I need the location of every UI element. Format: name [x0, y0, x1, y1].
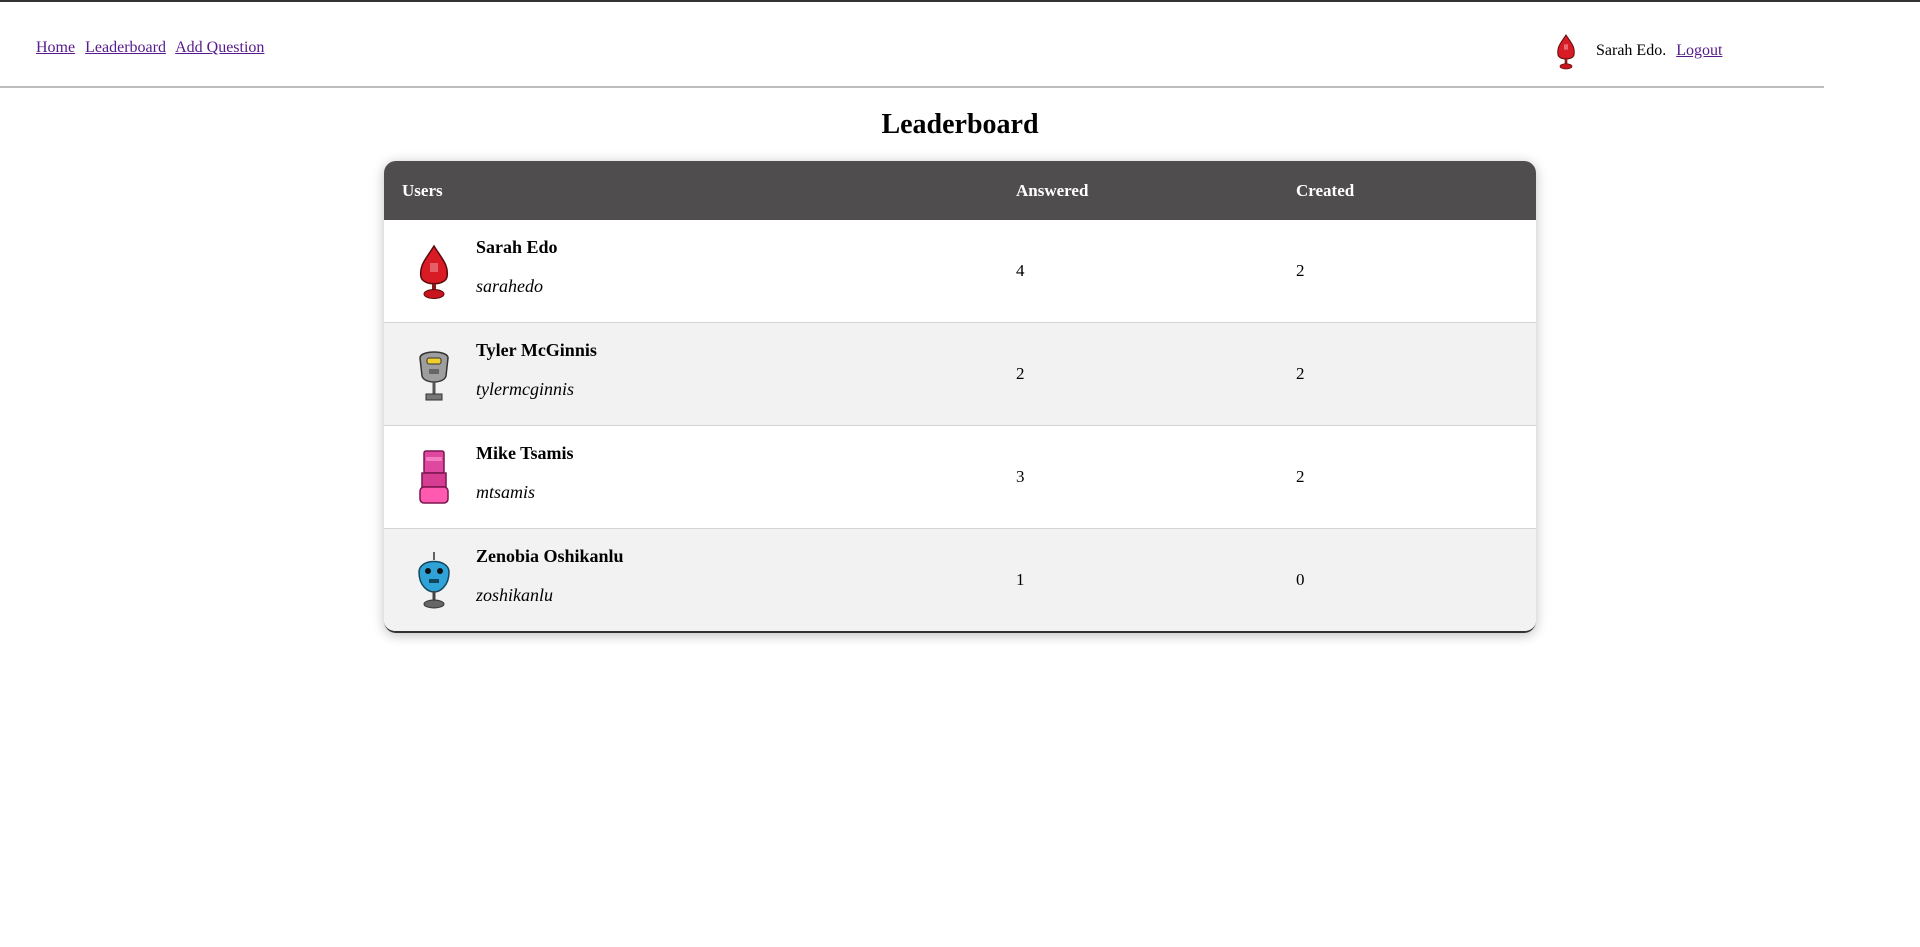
created-count: 0: [1296, 570, 1305, 589]
red-robot-icon: [419, 244, 449, 299]
answered-count: 1: [1016, 570, 1025, 589]
user-cell: Zenobia Oshikanlu zoshikanlu: [384, 546, 1016, 610]
pink-robot-icon: [419, 450, 449, 504]
user-cell: Mike Tsamis mtsamis: [384, 443, 1016, 507]
nav-leaderboard-link[interactable]: Leaderboard: [85, 39, 166, 56]
answered-count: 4: [1016, 261, 1025, 280]
table-header: Users Answered Created: [384, 161, 1536, 220]
created-count: 2: [1296, 261, 1305, 280]
user-name: Zenobia Oshikanlu: [476, 546, 624, 566]
user-area: Sarah Edo. Logout: [1550, 31, 1722, 71]
red-robot-icon: [1557, 34, 1575, 70]
nav-home-link[interactable]: Home: [36, 39, 75, 56]
created-column-header: Created: [1296, 180, 1355, 200]
gray-robot-icon: [419, 351, 449, 401]
user-handle: mtsamis: [476, 482, 536, 502]
answered-column-header: Answered: [1016, 180, 1089, 200]
user-name: Mike Tsamis: [476, 443, 574, 463]
user-handle: sarahedo: [476, 276, 543, 296]
table-row: Zenobia Oshikanlu zoshikanlu 1 0: [384, 529, 1536, 631]
leaderboard-table: Users Answered Created Sarah Edo sarahed…: [384, 161, 1536, 633]
user-cell: Sarah Edo sarahedo: [384, 237, 1016, 301]
created-count: 2: [1296, 364, 1305, 383]
navbar: Home Leaderboard Add Question Sarah Edo.…: [0, 2, 1824, 88]
nav-add-question-link[interactable]: Add Question: [175, 39, 264, 56]
created-count: 2: [1296, 467, 1305, 486]
answered-count: 3: [1016, 467, 1025, 486]
user-handle: zoshikanlu: [476, 585, 554, 605]
users-column-header: Users: [402, 180, 443, 200]
page-title: Leaderboard: [881, 109, 1039, 140]
user-name: Tyler McGinnis: [476, 340, 597, 360]
logout-link[interactable]: Logout: [1676, 42, 1722, 60]
user-cell: Tyler McGinnis tylermcginnis: [384, 340, 1016, 404]
table-row: Sarah Edo sarahedo 4 2: [384, 220, 1536, 323]
user-name: Sarah Edo: [476, 237, 558, 257]
nav-links: Home Leaderboard Add Question: [36, 39, 270, 57]
answered-count: 2: [1016, 364, 1025, 383]
blue-robot-icon: [418, 552, 450, 609]
user-handle: tylermcginnis: [476, 379, 574, 399]
current-user-name: Sarah Edo.: [1596, 42, 1667, 59]
table-row: Tyler McGinnis tylermcginnis 2 2: [384, 323, 1536, 426]
table-row: Mike Tsamis mtsamis 3 2: [384, 426, 1536, 529]
